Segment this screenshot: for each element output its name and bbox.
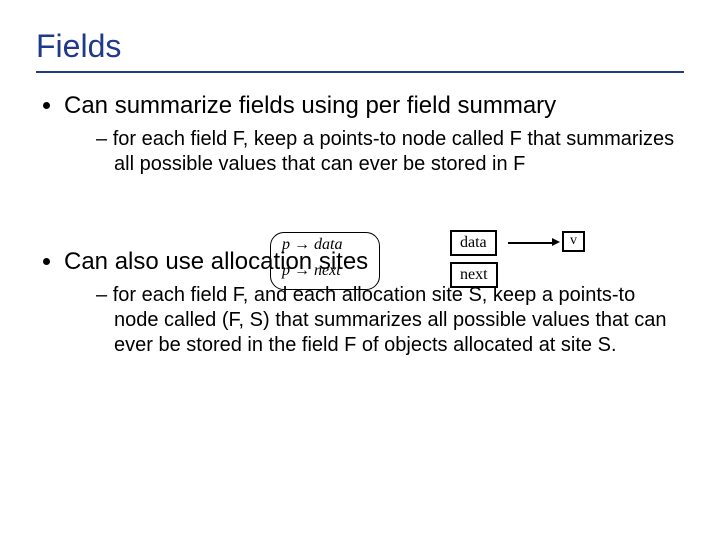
bullet-1-sub-text: for each field F, keep a points-to node … xyxy=(96,127,684,177)
bullet-1: Can summarize fields using per field sum… xyxy=(64,91,684,177)
bullet-list: Can summarize fields using per field sum… xyxy=(36,91,684,177)
slide: Fields Can summarize fields using per fi… xyxy=(0,0,720,540)
slide-title: Fields xyxy=(36,28,684,65)
title-rule xyxy=(36,71,684,73)
arrow-line-icon xyxy=(508,242,552,244)
bullet-1-text: Can summarize fields using per field sum… xyxy=(64,92,556,119)
sketch-region: p → data p → next data next v xyxy=(270,232,670,302)
arrow-head-icon xyxy=(552,238,560,246)
sketch-p-data: p → data xyxy=(282,236,342,254)
sketch-box-next: next xyxy=(450,262,498,288)
sketch-box-v: v xyxy=(562,231,585,252)
sketch-p-next: p → next xyxy=(282,262,341,280)
sketch-box-data: data xyxy=(450,230,497,256)
bullet-1-sub: for each field F, keep a points-to node … xyxy=(64,127,684,177)
